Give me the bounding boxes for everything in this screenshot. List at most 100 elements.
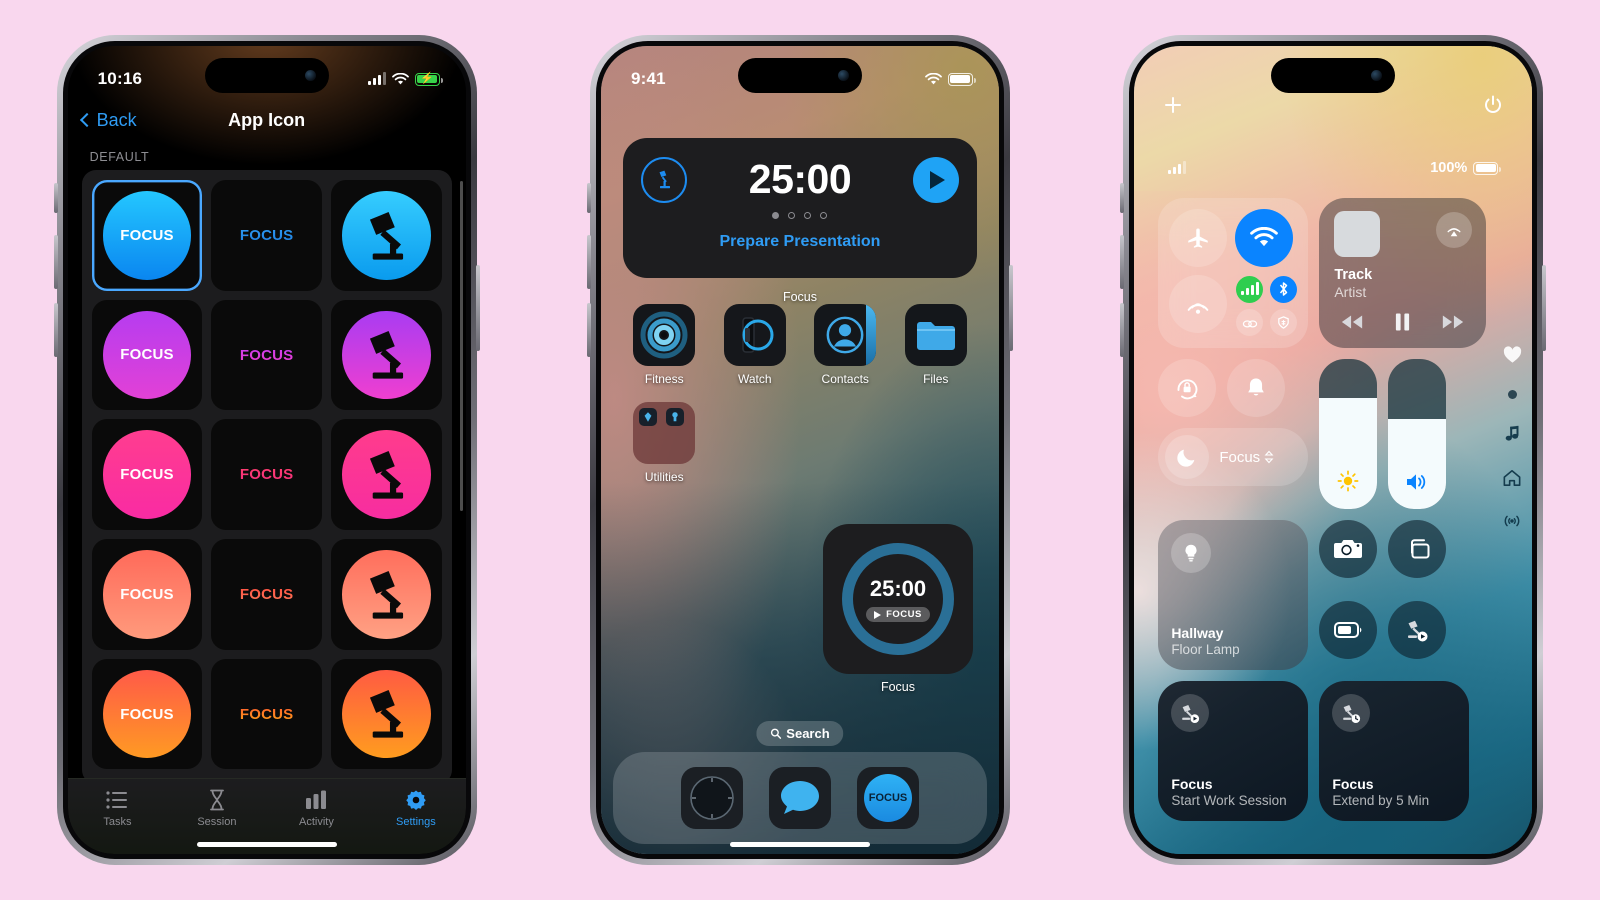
mute-switch-2[interactable] bbox=[586, 183, 591, 213]
app-icon-contacts[interactable]: Contacts bbox=[800, 304, 891, 386]
app-grid[interactable]: Fitness Watch Contacts Files Utilities bbox=[619, 304, 981, 484]
volume-down-button[interactable] bbox=[53, 303, 58, 357]
scrollbar[interactable] bbox=[459, 181, 463, 511]
power-button-3[interactable] bbox=[1542, 265, 1547, 351]
focus-wide-widget[interactable]: 25:00 Prepare Presentation bbox=[622, 138, 977, 278]
volume-up-button[interactable] bbox=[53, 235, 58, 289]
music-note-icon[interactable] bbox=[1503, 425, 1521, 443]
camera-button[interactable] bbox=[1319, 520, 1378, 578]
app-icon-option-12[interactable]: FOCUS bbox=[91, 658, 203, 770]
control-center-page-icons[interactable] bbox=[1502, 346, 1522, 529]
app-icon-option-8[interactable] bbox=[330, 419, 442, 530]
power-icon[interactable] bbox=[1482, 94, 1504, 116]
low-power-button[interactable] bbox=[1319, 600, 1378, 659]
lamp-play-icon bbox=[1408, 620, 1428, 641]
power-button-2[interactable] bbox=[1008, 265, 1013, 351]
hotspot-button[interactable] bbox=[1236, 309, 1264, 337]
app-icon-option-3[interactable]: FOCUS bbox=[91, 299, 203, 411]
volume-down-button-2[interactable] bbox=[586, 303, 591, 357]
airplane-icon bbox=[1188, 228, 1209, 248]
airplay-icon[interactable] bbox=[1436, 212, 1473, 248]
heart-icon[interactable] bbox=[1503, 346, 1522, 364]
media-module[interactable]: Track Artist bbox=[1319, 198, 1487, 348]
airplane-mode-button[interactable] bbox=[1169, 209, 1228, 267]
front-camera-icon bbox=[304, 70, 316, 81]
mute-switch[interactable] bbox=[53, 183, 58, 213]
app-icon-option-13[interactable]: FOCUS bbox=[211, 658, 322, 770]
home-icon[interactable] bbox=[1503, 469, 1521, 487]
cellular-button[interactable] bbox=[1236, 275, 1264, 303]
app-icon-option-10[interactable]: FOCUS bbox=[211, 539, 322, 650]
focus-small-widget[interactable]: 25:00 FOCUS bbox=[822, 524, 973, 674]
rewind-icon[interactable] bbox=[1340, 314, 1364, 330]
bluetooth-button[interactable] bbox=[1269, 275, 1297, 303]
front-camera-icon bbox=[837, 70, 849, 81]
app-icon-option-11[interactable] bbox=[330, 539, 442, 650]
app-icon-option-5[interactable] bbox=[330, 299, 442, 411]
app-icon-grid[interactable]: FOCUS FOCUS FOCUS FOCUS FOCUS FOCUS FOCU… bbox=[91, 180, 442, 784]
control-center-modules[interactable]: Track Artist Focus Hallway Floor Lamp Fo… bbox=[1158, 198, 1487, 821]
broadcast-icon[interactable] bbox=[1502, 513, 1522, 529]
dock-icon-messages[interactable] bbox=[768, 767, 831, 829]
shortcut-tile-1[interactable]: Focus Extend by 5 Min bbox=[1319, 681, 1470, 821]
screen-mirroring-button[interactable] bbox=[1388, 520, 1447, 578]
app-icon-files[interactable]: Files bbox=[890, 304, 981, 386]
pause-icon[interactable] bbox=[1394, 312, 1411, 332]
app-icon-option-9[interactable]: FOCUS bbox=[91, 539, 203, 650]
sliders-group[interactable] bbox=[1319, 359, 1447, 509]
tab-tasks[interactable]: Tasks bbox=[68, 789, 168, 828]
connectivity-quad[interactable] bbox=[1235, 275, 1297, 337]
back-button[interactable]: Back bbox=[79, 110, 137, 131]
shortcut-tile-0[interactable]: Focus Start Work Session bbox=[1158, 681, 1309, 821]
volume-up-button-2[interactable] bbox=[586, 235, 591, 289]
toggle-column[interactable]: Focus bbox=[1158, 359, 1309, 509]
app-icon-option-14[interactable] bbox=[330, 658, 442, 770]
wifi-icon bbox=[925, 72, 942, 84]
app-icon-option-6[interactable]: FOCUS bbox=[91, 419, 203, 530]
app-icon-fitness[interactable]: Fitness bbox=[619, 304, 710, 386]
dock[interactable]: FOCUS bbox=[612, 752, 987, 844]
search-button[interactable]: Search bbox=[756, 721, 844, 746]
volume-up-button-3[interactable] bbox=[1120, 235, 1125, 289]
dot-icon[interactable] bbox=[1507, 390, 1517, 399]
bluetooth-icon bbox=[1279, 282, 1287, 296]
play-icon bbox=[874, 610, 882, 619]
app-icon-option-0[interactable]: FOCUS bbox=[91, 180, 203, 291]
tab-settings[interactable]: Settings bbox=[366, 789, 466, 828]
wifi-icon bbox=[391, 72, 409, 84]
fastforward-icon[interactable] bbox=[1441, 314, 1465, 330]
icon-preview-label: FOCUS bbox=[120, 226, 174, 244]
rotation-lock-button[interactable] bbox=[1158, 359, 1217, 417]
volume-slider[interactable] bbox=[1388, 359, 1447, 509]
app-icon-option-4[interactable]: FOCUS bbox=[211, 299, 322, 411]
brightness-slider[interactable] bbox=[1319, 359, 1378, 509]
bell-icon bbox=[1248, 378, 1265, 396]
connectivity-module[interactable] bbox=[1158, 198, 1309, 348]
home-accessory-tile[interactable]: Hallway Floor Lamp bbox=[1158, 520, 1309, 670]
play-icon[interactable] bbox=[912, 156, 959, 203]
app-icon-option-1[interactable]: FOCUS bbox=[211, 180, 322, 291]
tab-activity[interactable]: Activity bbox=[267, 789, 367, 828]
shortcuts-row[interactable]: Focus Start Work Session Focus Extend by… bbox=[1158, 681, 1486, 821]
focus-small-widget-container[interactable]: 25:00 FOCUS Focus bbox=[822, 524, 973, 694]
app-icon-utilities[interactable]: Utilities bbox=[619, 402, 710, 484]
dock-icon-safari[interactable] bbox=[680, 767, 743, 829]
mute-switch-3[interactable] bbox=[1120, 183, 1125, 213]
app-icon-watch[interactable]: Watch bbox=[709, 304, 800, 386]
wifi-button[interactable] bbox=[1235, 209, 1294, 267]
quick-buttons-grid[interactable] bbox=[1319, 520, 1447, 670]
plus-icon[interactable] bbox=[1162, 94, 1184, 116]
app-icon-option-2[interactable] bbox=[330, 180, 442, 291]
power-button[interactable] bbox=[475, 265, 480, 351]
lamp-icon bbox=[352, 320, 421, 389]
vpn-button[interactable] bbox=[1269, 309, 1297, 337]
silent-mode-button[interactable] bbox=[1227, 359, 1286, 417]
airdrop-button[interactable] bbox=[1169, 275, 1228, 333]
focus-toggle[interactable]: Focus bbox=[1158, 428, 1309, 486]
app-icon-option-7[interactable]: FOCUS bbox=[211, 419, 322, 531]
app-icon-list[interactable]: FOCUS FOCUS FOCUS FOCUS FOCUS FOCUS FOCU… bbox=[81, 170, 452, 784]
tab-session[interactable]: Session bbox=[167, 789, 267, 828]
volume-down-button-3[interactable] bbox=[1120, 303, 1125, 357]
dock-icon-focus[interactable]: FOCUS bbox=[856, 767, 919, 829]
lamp-shortcut-button[interactable] bbox=[1388, 600, 1447, 659]
